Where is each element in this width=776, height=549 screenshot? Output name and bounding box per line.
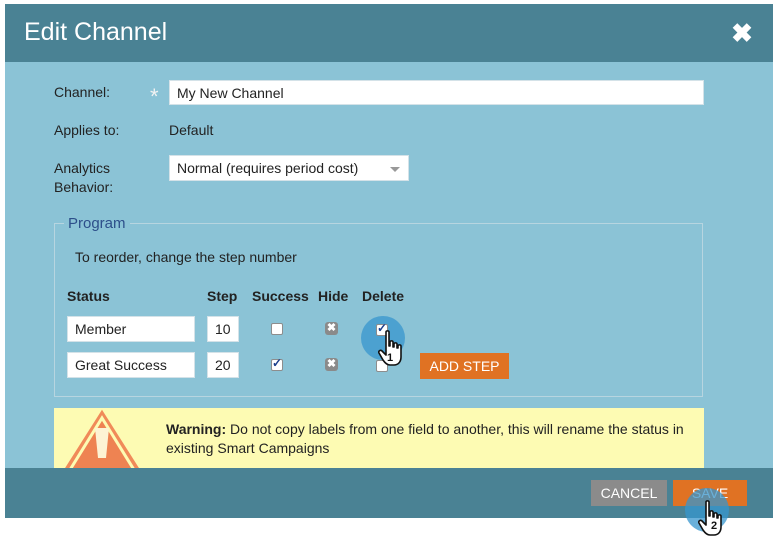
warning-triangle-icon: [60, 408, 144, 468]
hide-icon[interactable]: ✖: [325, 358, 338, 371]
cancel-button[interactable]: CANCEL: [591, 480, 667, 506]
step-number-input[interactable]: [207, 352, 239, 378]
status-column-header: Status: [67, 288, 110, 304]
warning-message: Do not copy labels from one field to ano…: [166, 421, 684, 456]
program-legend: Program: [64, 215, 130, 232]
close-icon[interactable]: ✖: [729, 20, 755, 46]
hide-icon[interactable]: ✖: [325, 322, 338, 335]
warning-text: Warning: Do not copy labels from one fie…: [166, 420, 686, 458]
channel-name-input[interactable]: [169, 80, 704, 105]
reorder-instruction: To reorder, change the step number: [75, 249, 297, 265]
add-step-button[interactable]: ADD STEP: [420, 353, 509, 379]
analytics-label-line2: Behavior:: [54, 179, 114, 195]
step-column-header: Step: [207, 288, 238, 304]
edit-channel-dialog: Edit Channel ✖ Channel: * Applies to: De…: [5, 4, 773, 518]
status-name-input[interactable]: [67, 316, 195, 342]
channel-label: Channel:: [54, 84, 111, 100]
analytics-behavior-select[interactable]: Normal (requires period cost): [169, 155, 409, 181]
warning-banner: Warning: Do not copy labels from one fie…: [54, 408, 704, 468]
step-number-input[interactable]: [207, 316, 239, 342]
analytics-behavior-value: Normal (requires period cost): [177, 160, 359, 176]
applies-to-label: Applies to:: [54, 122, 120, 138]
delete-column-header: Delete: [362, 288, 405, 304]
warning-bold: Warning:: [166, 421, 227, 437]
dialog-footer: CANCEL SAVE: [5, 468, 773, 518]
analytics-behavior-label: Analytics Behavior:: [54, 159, 113, 197]
success-column-header: Success: [252, 288, 309, 304]
dialog-titlebar: Edit Channel ✖: [5, 4, 773, 62]
success-checkbox[interactable]: [271, 323, 283, 335]
analytics-label-line1: Analytics: [54, 160, 111, 176]
applies-to-value: Default: [169, 122, 214, 138]
step-1-marker: 1: [387, 352, 394, 364]
hide-column-header: Hide: [318, 288, 349, 304]
chevron-down-icon: [390, 167, 400, 172]
status-name-input[interactable]: [67, 352, 195, 378]
dialog-title: Edit Channel: [24, 18, 168, 46]
hand-cursor-icon: [378, 330, 402, 366]
step-2-marker: 2: [711, 520, 718, 532]
required-marker: *: [150, 84, 159, 109]
success-checkbox[interactable]: [271, 356, 283, 371]
